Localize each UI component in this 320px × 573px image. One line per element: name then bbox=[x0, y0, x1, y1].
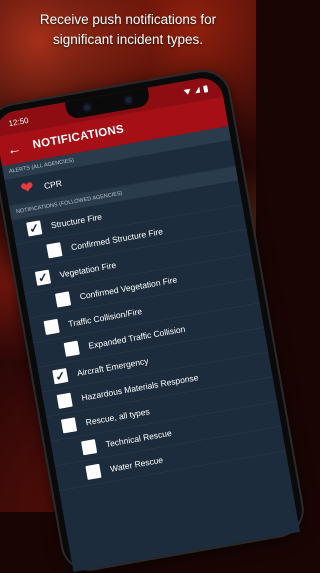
heart-icon: ❤ bbox=[19, 178, 36, 199]
list-item-label: Vegetation Fire bbox=[58, 259, 117, 280]
camera-icon bbox=[122, 94, 135, 106]
list-item-label: Structure Fire bbox=[50, 211, 103, 231]
list-item-label: Technical Rescue bbox=[104, 427, 173, 450]
wifi-icon bbox=[183, 88, 191, 95]
checkbox-checked[interactable]: ✓ bbox=[34, 269, 52, 286]
promo-line-1: Receive push notifications for bbox=[39, 12, 217, 27]
checkbox[interactable] bbox=[56, 392, 73, 409]
checkbox-checked[interactable]: ✓ bbox=[26, 220, 43, 237]
checkbox[interactable] bbox=[81, 439, 98, 456]
promo-caption: Receive push notifications for significa… bbox=[0, 10, 256, 50]
promo-line-2: significant incident types. bbox=[52, 32, 204, 47]
checkbox[interactable] bbox=[54, 291, 72, 308]
status-time: 12:50 bbox=[7, 115, 30, 128]
checkbox[interactable] bbox=[63, 340, 80, 357]
battery-icon bbox=[203, 84, 209, 93]
list-item-label: Rescue, all types bbox=[84, 406, 151, 428]
checkbox[interactable] bbox=[43, 318, 60, 336]
checkbox-checked[interactable]: ✓ bbox=[52, 368, 69, 385]
checkbox[interactable] bbox=[85, 463, 102, 480]
system-icons bbox=[183, 84, 209, 96]
checkbox[interactable] bbox=[46, 242, 63, 259]
camera-icon bbox=[81, 101, 93, 114]
list-item-label: Water Rescue bbox=[109, 454, 164, 474]
list-item-label: CPR bbox=[43, 178, 63, 191]
checkbox[interactable] bbox=[60, 417, 78, 434]
signal-icon bbox=[194, 86, 201, 94]
back-arrow-icon[interactable]: ← bbox=[6, 140, 23, 158]
